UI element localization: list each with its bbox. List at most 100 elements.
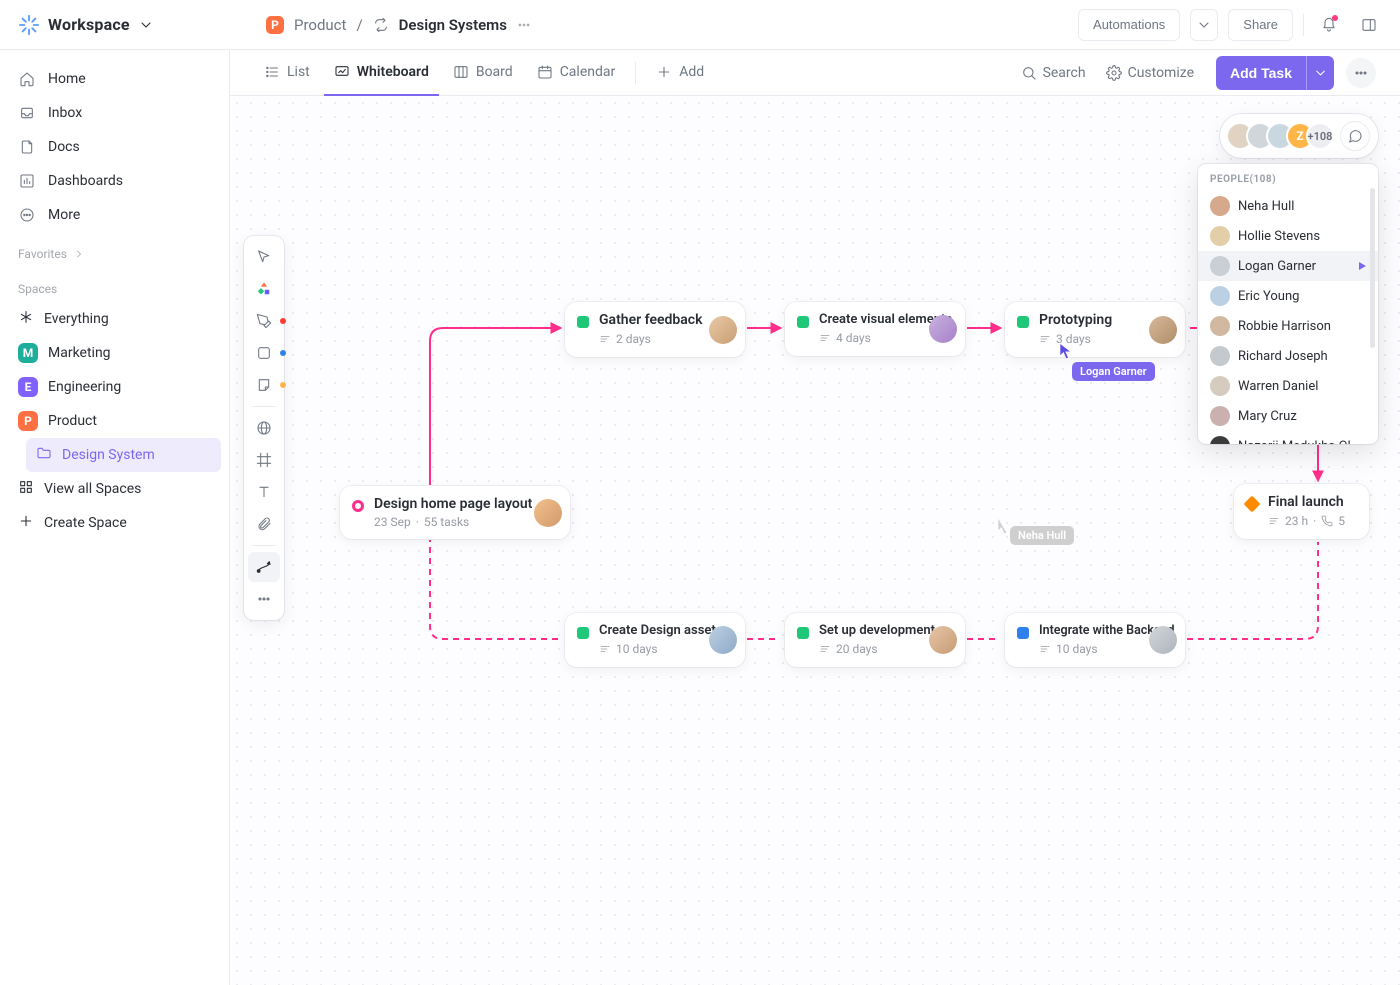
breadcrumb-parent[interactable]: Product — [294, 16, 346, 34]
shapes-icon — [255, 280, 273, 298]
more-actions-button[interactable] — [1346, 58, 1376, 88]
people-item[interactable]: Hollie Stevens — [1198, 221, 1378, 251]
workspace-switcher[interactable]: Workspace — [16, 14, 246, 36]
more-horizontal-icon — [256, 591, 272, 607]
nav-more[interactable]: More — [8, 198, 221, 232]
tool-web[interactable] — [248, 413, 280, 443]
tool-text[interactable] — [248, 477, 280, 507]
status-dot-icon — [1017, 627, 1029, 639]
people-name: Warren Daniel — [1238, 379, 1366, 394]
tool-more[interactable] — [248, 584, 280, 614]
tab-list[interactable]: List — [254, 50, 320, 96]
space-everything[interactable]: Everything — [8, 302, 221, 336]
file-icon — [18, 138, 36, 156]
whiteboard-canvas[interactable]: Design home page layout 23 Sep·55 tasks … — [230, 96, 1400, 985]
card-title: Gather feedback — [599, 312, 701, 328]
lines-icon — [819, 641, 831, 657]
space-product[interactable]: PProduct — [8, 404, 221, 438]
avatar — [709, 316, 737, 344]
automations-button[interactable]: Automations — [1078, 9, 1180, 41]
asterisk-icon — [18, 309, 34, 329]
lines-icon — [599, 331, 611, 347]
card-backend[interactable]: Integrate withe Backend 10 days — [1005, 613, 1185, 667]
color-dot-icon — [280, 350, 286, 356]
add-task-caret[interactable] — [1306, 56, 1334, 90]
avatar-more-count[interactable]: +108 — [1306, 122, 1334, 150]
panel-toggle-button[interactable] — [1354, 10, 1384, 40]
card-proto[interactable]: Prototyping 3 days — [1005, 302, 1185, 357]
folder-icon — [36, 445, 52, 465]
breadcrumb-current[interactable]: Design Systems — [399, 16, 507, 34]
card-assets[interactable]: Create Design assets 10 days — [565, 613, 745, 667]
space-label: Marketing — [48, 345, 111, 361]
tool-pen[interactable] — [248, 306, 280, 336]
status-dot-icon — [1244, 496, 1261, 513]
people-item[interactable]: Richard Joseph — [1198, 341, 1378, 371]
share-label: Share — [1243, 17, 1278, 32]
card-title: Set up development — [819, 623, 921, 638]
people-item[interactable]: Robbie Harrison — [1198, 311, 1378, 341]
connector-icon — [256, 559, 272, 575]
card-visual[interactable]: Create visual elements 4 days — [785, 302, 965, 356]
text-icon — [256, 484, 272, 500]
list-icon — [264, 64, 280, 80]
people-item[interactable]: Warren Daniel — [1198, 371, 1378, 401]
scrollbar[interactable] — [1370, 188, 1375, 348]
board-icon — [453, 64, 469, 80]
people-item[interactable]: Mary Cruz — [1198, 401, 1378, 431]
comments-button[interactable] — [1340, 121, 1370, 151]
card-title: Design home page layout — [374, 496, 526, 512]
people-name: Nazarii Medukha Oleg.. — [1238, 439, 1366, 445]
folder-design-system[interactable]: Design System — [26, 438, 221, 472]
tool-frame[interactable] — [248, 445, 280, 475]
customize-button[interactable]: Customize — [1098, 65, 1202, 81]
tool-shape[interactable] — [248, 338, 280, 368]
favorites-section[interactable]: Favorites — [8, 232, 221, 268]
tool-sticky[interactable] — [248, 370, 280, 400]
people-item[interactable]: Logan Garner — [1198, 251, 1378, 281]
status-dot-icon — [352, 500, 364, 512]
tab-board[interactable]: Board — [443, 50, 523, 96]
nav-inbox[interactable]: Inbox — [8, 96, 221, 130]
card-dev[interactable]: Set up development 20 days — [785, 613, 965, 667]
breadcrumb-separator: / — [356, 16, 362, 34]
more-horizontal-icon[interactable] — [517, 17, 531, 33]
tool-task[interactable] — [248, 274, 280, 304]
nav-docs[interactable]: Docs — [8, 130, 221, 164]
pen-icon — [256, 313, 272, 329]
calendar-icon — [537, 64, 553, 80]
people-item[interactable]: Neha Hull — [1198, 191, 1378, 221]
people-item[interactable]: Nazarii Medukha Oleg.. — [1198, 431, 1378, 444]
card-title: Prototyping — [1039, 312, 1141, 328]
favorites-label: Favorites — [18, 247, 67, 261]
add-task-button[interactable]: Add Task — [1216, 56, 1306, 90]
card-feedback[interactable]: Gather feedback 2 days — [565, 302, 745, 357]
inbox-icon — [18, 104, 36, 122]
avatar — [1210, 256, 1230, 276]
nav-label: Inbox — [48, 105, 82, 121]
nav-dashboards[interactable]: Dashboards — [8, 164, 221, 198]
card-root[interactable]: Design home page layout 23 Sep·55 tasks — [340, 486, 570, 539]
share-button[interactable]: Share — [1228, 9, 1293, 41]
create-space[interactable]: Create Space — [8, 506, 221, 540]
add-view-button[interactable]: Add — [646, 50, 714, 96]
notifications-button[interactable] — [1314, 10, 1344, 40]
avatar — [1149, 626, 1177, 654]
view-all-spaces[interactable]: View all Spaces — [8, 472, 221, 506]
tab-whiteboard[interactable]: Whiteboard — [324, 50, 439, 96]
collaborators-bar[interactable]: Z +108 — [1220, 114, 1378, 158]
tool-attachment[interactable] — [248, 509, 280, 539]
card-launch[interactable]: Final launch 23 h· 5 — [1234, 484, 1369, 539]
tool-select[interactable] — [248, 242, 280, 272]
space-marketing[interactable]: MMarketing — [8, 336, 221, 370]
space-engineering[interactable]: EEngineering — [8, 370, 221, 404]
folder-label: Design System — [62, 447, 155, 463]
nav-home[interactable]: Home — [8, 62, 221, 96]
tab-calendar[interactable]: Calendar — [527, 50, 626, 96]
people-item[interactable]: Eric Young — [1198, 281, 1378, 311]
tool-connector[interactable] — [248, 552, 280, 582]
automations-caret[interactable] — [1190, 9, 1218, 41]
search-icon — [1021, 65, 1037, 81]
card-title: Integrate withe Backend — [1039, 623, 1141, 638]
search-button[interactable]: Search — [1013, 65, 1094, 81]
